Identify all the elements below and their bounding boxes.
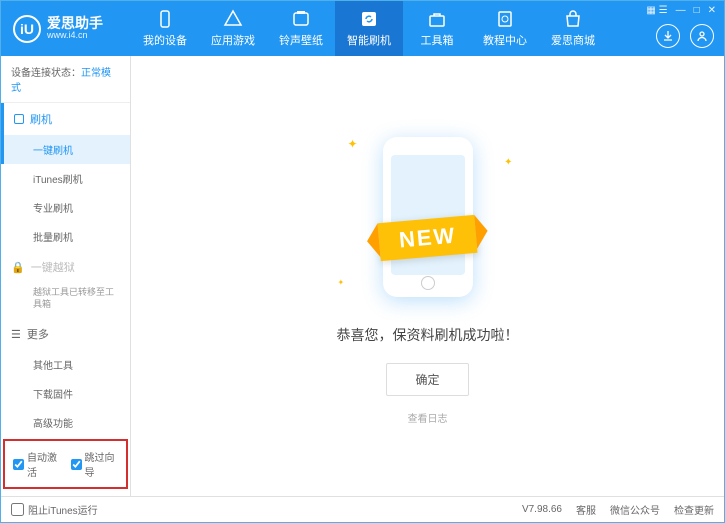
apps-icon bbox=[223, 9, 243, 29]
nav-tab-5[interactable]: 教程中心 bbox=[471, 1, 539, 56]
toolbox-icon bbox=[427, 9, 447, 29]
sidebar-item-more-2[interactable]: 高级功能 bbox=[1, 408, 130, 437]
sparkle-icon: ✦ bbox=[504, 157, 512, 168]
sidebar-item-flash-1[interactable]: iTunes刷机 bbox=[1, 164, 130, 193]
close-button[interactable]: ✕ bbox=[708, 5, 716, 16]
sidebar: 设备连接状态：正常模式 刷机 一键刷机iTunes刷机专业刷机批量刷机 🔒 一键… bbox=[1, 56, 131, 496]
jailbreak-note: 越狱工具已转移至工具箱 bbox=[1, 283, 130, 318]
download-icon[interactable] bbox=[656, 24, 680, 48]
confirm-button[interactable]: 确定 bbox=[386, 363, 468, 396]
auto-activate-checkbox[interactable]: 自动激活 bbox=[13, 449, 61, 479]
sidebar-item-flash-0[interactable]: 一键刷机 bbox=[1, 135, 130, 164]
maximize-button[interactable]: □ bbox=[694, 5, 700, 16]
header: iU 爱思助手 www.i4.cn 我的设备应用游戏铃声壁纸智能刷机工具箱教程中… bbox=[1, 1, 724, 56]
sidebar-section-jailbreak[interactable]: 🔒 一键越狱 bbox=[1, 251, 130, 283]
book-icon bbox=[495, 9, 515, 29]
logo[interactable]: iU 爱思助手 www.i4.cn bbox=[1, 15, 131, 43]
sparkle-icon: ✦ bbox=[338, 278, 345, 287]
sidebar-item-flash-3[interactable]: 批量刷机 bbox=[1, 222, 130, 251]
music-icon bbox=[291, 9, 311, 29]
sidebar-item-more-0[interactable]: 其他工具 bbox=[1, 350, 130, 379]
checkbox-area: 自动激活 跳过向导 bbox=[3, 439, 128, 489]
sparkle-icon: ✦ bbox=[348, 137, 358, 151]
skip-guide-checkbox[interactable]: 跳过向导 bbox=[71, 449, 119, 479]
app-url: www.i4.cn bbox=[47, 31, 103, 41]
wechat-link[interactable]: 微信公众号 bbox=[610, 502, 660, 517]
window-controls: ▦ ☰ — □ ✕ bbox=[646, 5, 716, 16]
app-title: 爱思助手 bbox=[47, 16, 103, 31]
nav-tab-6[interactable]: 爱思商城 bbox=[539, 1, 607, 56]
menu-icon: ☰ bbox=[11, 328, 21, 341]
sidebar-item-flash-2[interactable]: 专业刷机 bbox=[1, 193, 130, 222]
shop-icon bbox=[563, 9, 583, 29]
nav-tab-0[interactable]: 我的设备 bbox=[131, 1, 199, 56]
block-itunes-checkbox[interactable]: 阻止iTunes运行 bbox=[11, 502, 98, 517]
nav-tabs: 我的设备应用游戏铃声壁纸智能刷机工具箱教程中心爱思商城 bbox=[131, 1, 724, 56]
success-illustration: ✦ ✦ ✦ NEW bbox=[328, 127, 528, 307]
flash-icon bbox=[14, 114, 24, 124]
user-icon[interactable] bbox=[690, 24, 714, 48]
nav-tab-3[interactable]: 智能刷机 bbox=[335, 1, 403, 56]
minimize-button[interactable]: — bbox=[676, 5, 686, 16]
nav-tab-4[interactable]: 工具箱 bbox=[403, 1, 471, 56]
lock-icon: 🔒 bbox=[11, 261, 25, 274]
update-link[interactable]: 检查更新 bbox=[674, 502, 714, 517]
refresh-icon bbox=[359, 9, 379, 29]
app-window: iU 爱思助手 www.i4.cn 我的设备应用游戏铃声壁纸智能刷机工具箱教程中… bbox=[0, 0, 725, 523]
logo-icon: iU bbox=[13, 15, 41, 43]
nav-tab-1[interactable]: 应用游戏 bbox=[199, 1, 267, 56]
service-link[interactable]: 客服 bbox=[576, 502, 596, 517]
version-label: V7.98.66 bbox=[522, 504, 562, 515]
sidebar-section-flash[interactable]: 刷机 bbox=[1, 103, 130, 135]
sidebar-item-more-1[interactable]: 下载固件 bbox=[1, 379, 130, 408]
sidebar-section-more[interactable]: ☰ 更多 bbox=[1, 318, 130, 350]
menu-button[interactable]: ▦ ☰ bbox=[646, 5, 667, 16]
nav-tab-2[interactable]: 铃声壁纸 bbox=[267, 1, 335, 56]
connection-status: 设备连接状态：正常模式 bbox=[1, 56, 130, 103]
phone-icon bbox=[155, 9, 175, 29]
success-message: 恭喜您，保资料刷机成功啦！ bbox=[337, 325, 519, 345]
view-log-link[interactable]: 查看日志 bbox=[408, 410, 448, 425]
footer: 阻止iTunes运行 V7.98.66 客服 微信公众号 检查更新 bbox=[1, 496, 724, 522]
main-content: ✦ ✦ ✦ NEW 恭喜您，保资料刷机成功啦！ 确定 查看日志 bbox=[131, 56, 724, 496]
